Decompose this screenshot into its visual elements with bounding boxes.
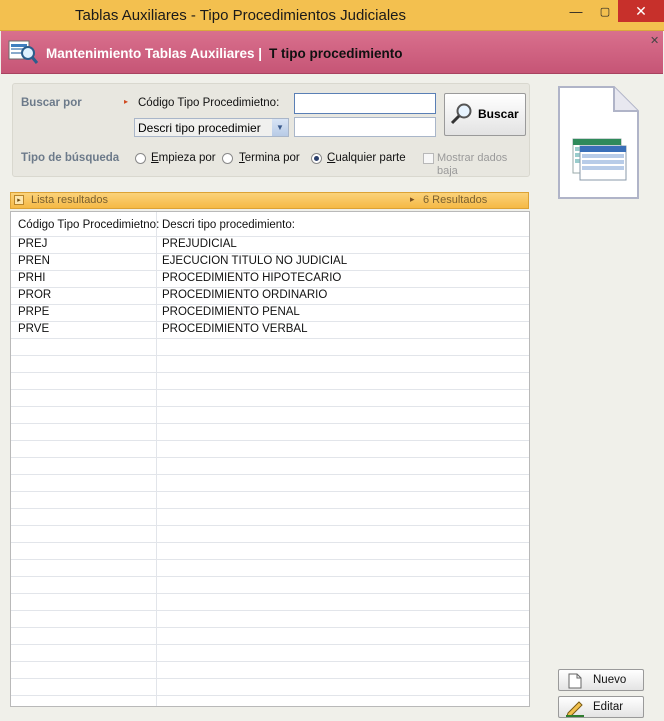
mostrar-baja-label: Mostrar dados baja [437, 152, 508, 177]
minimize-button[interactable]: — [560, 0, 592, 22]
empty-row[interactable] [11, 645, 529, 662]
empty-row[interactable] [11, 611, 529, 628]
module-header: Mantenimiento Tablas Auxiliares | T tipo… [1, 31, 663, 74]
radio-empieza-por[interactable] [135, 153, 146, 164]
editar-label: Editar [593, 701, 624, 713]
table-row[interactable]: PREJ PREJUDICIAL [11, 237, 529, 254]
empty-row[interactable] [11, 594, 529, 611]
empty-row[interactable] [11, 543, 529, 560]
cell-codigo: PROR [18, 289, 52, 301]
cell-codigo: PRHI [18, 272, 46, 284]
empty-row[interactable] [11, 662, 529, 679]
cell-descripcion: PROCEDIMIENTO HIPOTECARIO [162, 272, 342, 284]
cell-descripcion: PROCEDIMIENTO PENAL [162, 306, 300, 318]
empty-row[interactable] [11, 577, 529, 594]
window-title: Tablas Auxiliares - Tipo Procedimientos … [75, 7, 406, 24]
empty-row[interactable] [11, 373, 529, 390]
buscar-por-label: Buscar por [21, 97, 82, 109]
dropdown-value: Descri tipo procedimier [138, 121, 261, 135]
tipo-busqueda-label: Tipo de búsqueda [21, 152, 120, 164]
results-grid[interactable]: Código Tipo Procedimietno: Descri tipo p… [10, 211, 530, 707]
empty-row[interactable] [11, 390, 529, 407]
magnifier-icon [450, 103, 472, 125]
panel-close-icon[interactable]: ✕ [650, 34, 659, 47]
nuevo-label: Nuevo [593, 674, 627, 686]
empty-row[interactable] [11, 628, 529, 645]
header-title: Mantenimiento Tablas Auxiliares | [46, 46, 263, 61]
results-label: Lista resultados [31, 194, 109, 206]
empty-row[interactable] [11, 679, 529, 696]
empty-row[interactable] [11, 441, 529, 458]
search-document-icon [8, 40, 39, 64]
column-header[interactable]: Descri tipo procedimiento: [162, 219, 295, 231]
empty-row[interactable] [11, 526, 529, 543]
table-row[interactable]: PRVE PROCEDIMIENTO VERBAL [11, 322, 529, 339]
table-row[interactable]: PRPE PROCEDIMIENTO PENAL [11, 305, 529, 322]
editar-button[interactable]: Editar [558, 696, 644, 718]
empty-row[interactable] [11, 356, 529, 373]
mostrar-baja-checkbox[interactable] [423, 153, 434, 164]
cell-codigo: PREN [18, 255, 50, 267]
results-bar[interactable]: ▸ Lista resultados ▸ 6 Resultados [10, 192, 529, 209]
empty-row[interactable] [11, 458, 529, 475]
descri-input[interactable] [294, 117, 436, 137]
cell-descripcion: PREJUDICIAL [162, 238, 237, 250]
pencil-icon [566, 701, 584, 717]
column-header[interactable]: Código Tipo Procedimietno: [18, 219, 159, 231]
empty-row[interactable] [11, 407, 529, 424]
arrow-marker-icon: ▸ [410, 194, 415, 204]
empty-row[interactable] [11, 696, 529, 706]
empty-row[interactable] [11, 339, 529, 356]
radio-cualquier-label[interactable]: Cualquier parte [327, 152, 406, 164]
empty-row[interactable] [11, 509, 529, 526]
close-button[interactable]: ✕ [618, 0, 664, 22]
table-header-row: Código Tipo Procedimietno: Descri tipo p… [11, 212, 529, 237]
radio-termina-por[interactable] [222, 153, 233, 164]
radio-empieza-label[interactable]: Empieza por [151, 152, 216, 164]
chevron-down-icon[interactable]: ▼ [272, 119, 288, 136]
empty-row[interactable] [11, 560, 529, 577]
table-row[interactable]: PROR PROCEDIMIENTO ORDINARIO [11, 288, 529, 305]
radio-termina-label[interactable]: Termina por [239, 152, 300, 164]
field-select-dropdown[interactable]: Descri tipo procedimier ▼ [134, 118, 289, 137]
expand-icon[interactable]: ▸ [14, 195, 24, 205]
maximize-button[interactable]: ▢ [592, 0, 618, 22]
empty-row[interactable] [11, 424, 529, 441]
cell-descripcion: PROCEDIMIENTO ORDINARIO [162, 289, 328, 301]
cell-codigo: PRPE [18, 306, 50, 318]
arrow-marker-icon: ▸ [124, 97, 129, 106]
cell-descripcion: EJECUCION TITULO NO JUDICIAL [162, 255, 348, 267]
table-document-icon [558, 86, 639, 199]
header-subtitle: T tipo procedimiento [269, 46, 403, 61]
table-row[interactable]: PREN EJECUCION TITULO NO JUDICIAL [11, 254, 529, 271]
window-titlebar[interactable]: Tablas Auxiliares - Tipo Procedimientos … [0, 0, 664, 31]
cell-codigo: PREJ [18, 238, 48, 250]
codigo-field-label: Código Tipo Procedimietno: [138, 97, 280, 109]
empty-row[interactable] [11, 492, 529, 509]
new-page-icon [568, 673, 582, 689]
codigo-input[interactable] [294, 93, 436, 114]
empty-row[interactable] [11, 475, 529, 492]
nuevo-button[interactable]: Nuevo [558, 669, 644, 691]
cell-descripcion: PROCEDIMIENTO VERBAL [162, 323, 308, 335]
table-row[interactable]: PRHI PROCEDIMIENTO HIPOTECARIO [11, 271, 529, 288]
results-count: 6 Resultados [423, 194, 488, 206]
buscar-label: Buscar [478, 107, 519, 121]
cell-codigo: PRVE [18, 323, 50, 335]
radio-cualquier-parte[interactable] [311, 153, 322, 164]
buscar-button[interactable]: Buscar [444, 93, 526, 136]
